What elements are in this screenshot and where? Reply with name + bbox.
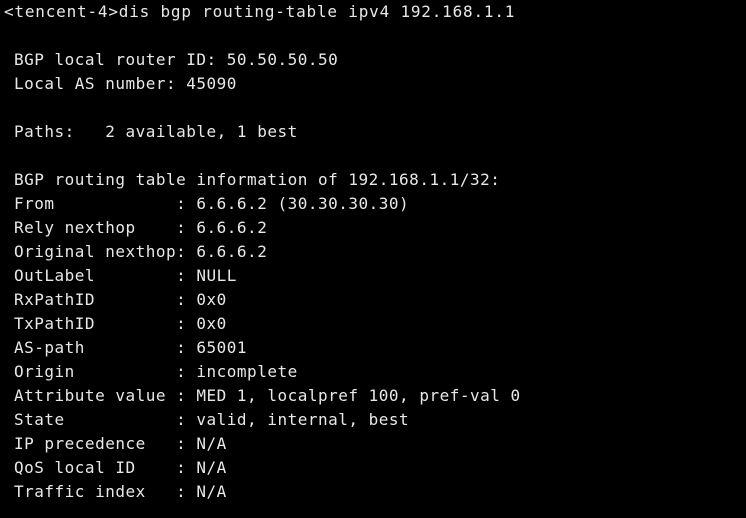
attribute-line-as-path: AS-path : 65001 [14, 338, 248, 357]
attribute-line-qos-local-id: QoS local ID : N/A [14, 458, 227, 477]
paths-line: Paths: 2 available, 1 best [14, 122, 298, 141]
attribute-line-original-nexthop: Original nexthop: 6.6.6.2 [14, 242, 268, 261]
attribute-line-txpathid: TxPathID : 0x0 [14, 314, 227, 333]
attribute-line-rxpathid: RxPathID : 0x0 [14, 290, 227, 309]
local-as-line: Local AS number: 45090 [14, 74, 237, 93]
attribute-line-origin: Origin : incomplete [14, 362, 298, 381]
command-prompt-line: <tencent-4>dis bgp routing-table ipv4 19… [4, 2, 516, 21]
attribute-line-from: From : 6.6.6.2 (30.30.30.30) [14, 194, 410, 213]
router-id-line: BGP local router ID: 50.50.50.50 [14, 50, 339, 69]
attribute-line-outlabel: OutLabel : NULL [14, 266, 237, 285]
attribute-line-attribute-value: Attribute value : MED 1, localpref 100, … [14, 386, 521, 405]
attribute-line-traffic-index: Traffic index : N/A [14, 482, 227, 501]
attribute-line-rely-nexthop: Rely nexthop : 6.6.6.2 [14, 218, 268, 237]
attribute-line-ip-precedence: IP precedence : N/A [14, 434, 227, 453]
attribute-line-state: State : valid, internal, best [14, 410, 410, 429]
terminal-window[interactable]: <tencent-4>dis bgp routing-table ipv4 19… [0, 0, 746, 518]
table-info-line: BGP routing table information of 192.168… [14, 170, 501, 189]
